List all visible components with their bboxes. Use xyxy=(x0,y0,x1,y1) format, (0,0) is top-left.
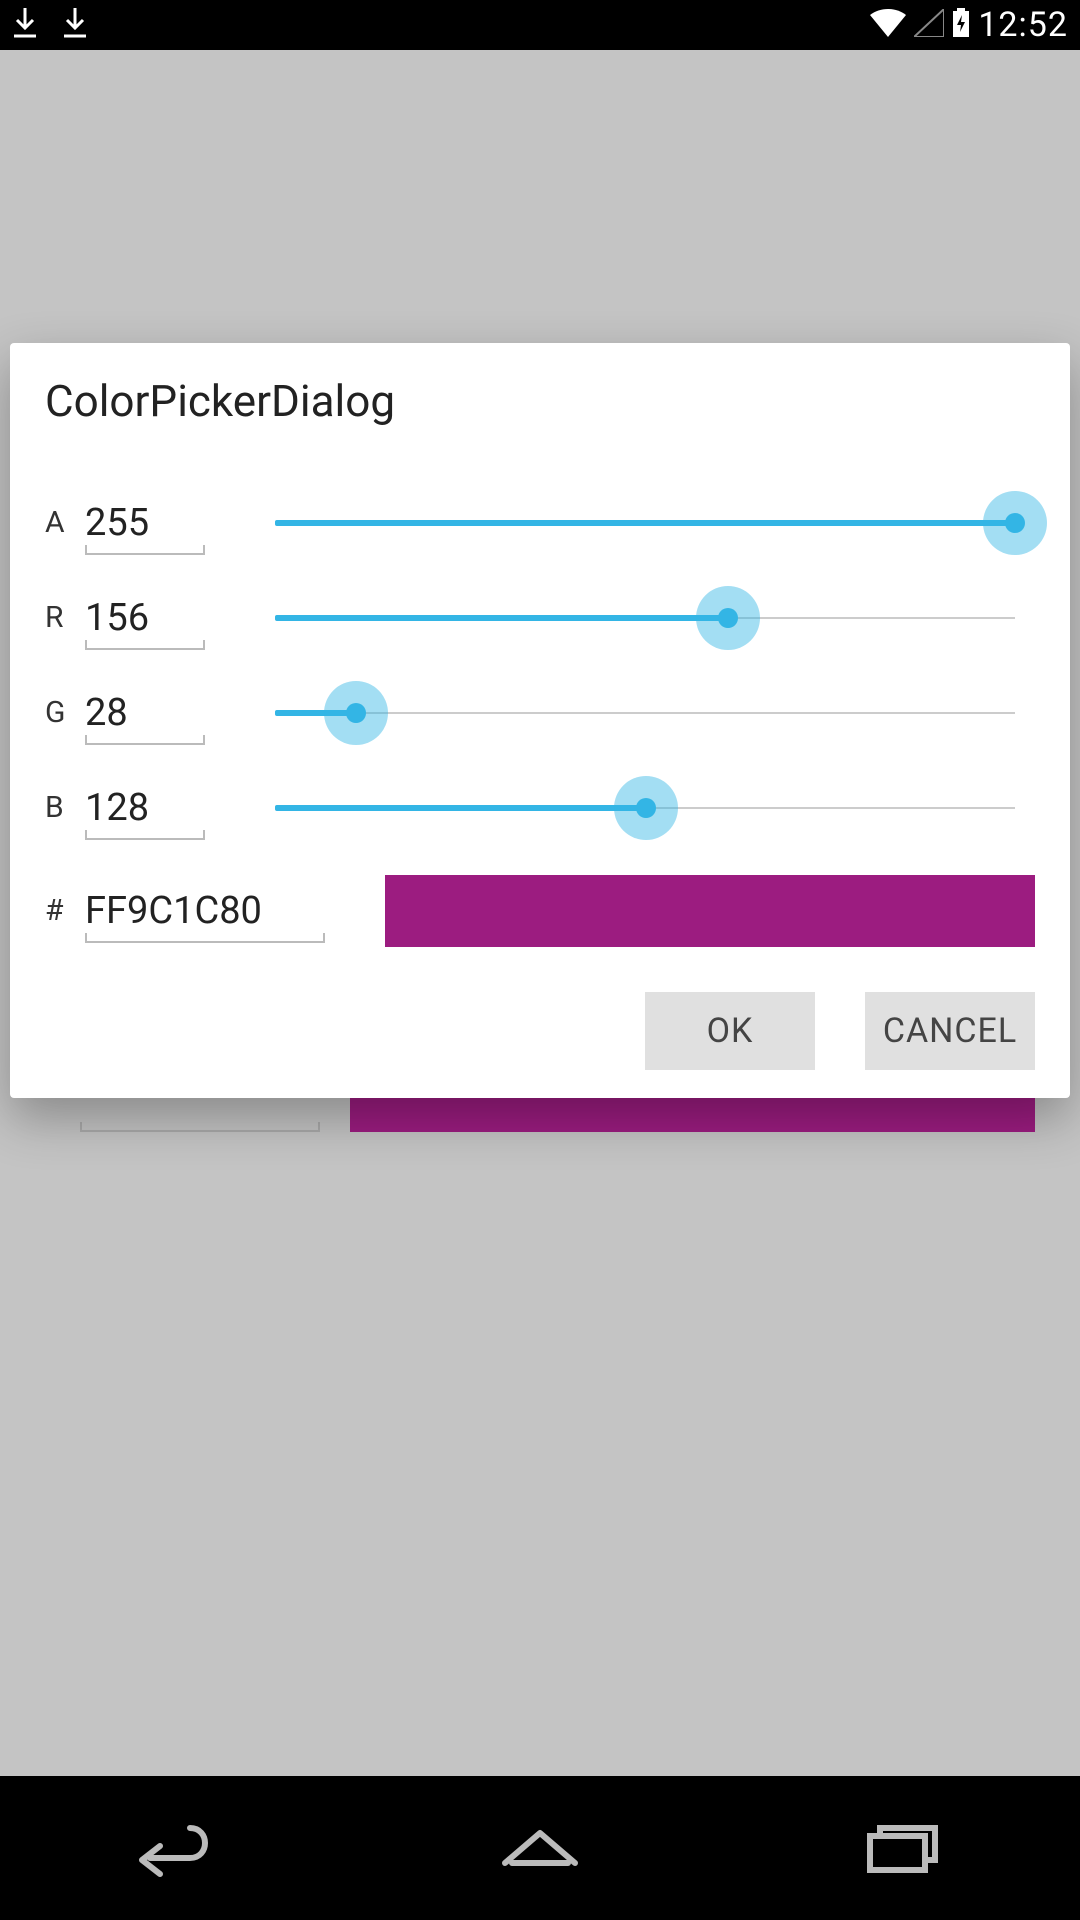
green-row: G xyxy=(45,665,1035,760)
green-input-wrap xyxy=(85,691,215,735)
red-slider[interactable] xyxy=(275,588,1035,648)
input-underline xyxy=(85,553,205,555)
navigation-bar xyxy=(0,1776,1080,1920)
status-left xyxy=(12,8,88,42)
status-clock: 12:52 xyxy=(978,5,1068,45)
blue-label: B xyxy=(45,790,85,825)
download-icon xyxy=(62,8,88,42)
blue-slider[interactable] xyxy=(275,778,1035,838)
slider-thumb-icon xyxy=(636,798,656,818)
wifi-icon xyxy=(870,9,906,41)
alpha-label: A xyxy=(45,505,85,540)
input-underline xyxy=(85,838,205,840)
battery-charging-icon xyxy=(952,8,970,42)
alpha-row: A xyxy=(45,475,1035,570)
status-bar: 12:52 xyxy=(0,0,1080,50)
red-label: R xyxy=(45,600,85,635)
red-input[interactable] xyxy=(85,596,205,640)
dialog-button-row: OK CANCEL xyxy=(45,992,1035,1070)
blue-input-wrap xyxy=(85,786,215,830)
red-input-wrap xyxy=(85,596,215,640)
alpha-input[interactable] xyxy=(85,501,205,545)
alpha-slider[interactable] xyxy=(275,493,1035,553)
blue-input[interactable] xyxy=(85,786,205,830)
back-button[interactable] xyxy=(130,1818,230,1878)
slider-thumb-icon xyxy=(718,608,738,628)
slider-thumb-icon xyxy=(346,703,366,723)
ok-button[interactable]: OK xyxy=(645,992,815,1070)
status-right: 12:52 xyxy=(870,5,1068,45)
alpha-input-wrap xyxy=(85,501,215,545)
dialog-title: ColorPickerDialog xyxy=(45,375,1035,427)
hex-row: # xyxy=(45,863,1035,958)
input-underline xyxy=(85,941,325,943)
color-swatch xyxy=(385,875,1035,947)
download-icon xyxy=(12,8,38,42)
slider-thumb-icon xyxy=(1005,513,1025,533)
green-label: G xyxy=(45,695,85,730)
cell-signal-icon xyxy=(914,9,944,41)
recents-button[interactable] xyxy=(850,1818,950,1878)
hex-input-wrap xyxy=(85,889,345,933)
blue-row: B xyxy=(45,760,1035,855)
cancel-button[interactable]: CANCEL xyxy=(865,992,1035,1070)
input-underline xyxy=(85,743,205,745)
color-picker-dialog: ColorPickerDialog A R G xyxy=(10,343,1070,1098)
background-input-underline xyxy=(80,1130,320,1132)
home-button[interactable] xyxy=(490,1818,590,1878)
green-input[interactable] xyxy=(85,691,205,735)
green-slider[interactable] xyxy=(275,683,1035,743)
slider-fill xyxy=(275,615,728,621)
hex-input[interactable] xyxy=(85,889,325,933)
slider-fill xyxy=(275,520,1015,526)
slider-fill xyxy=(275,805,646,811)
hex-label: # xyxy=(45,893,85,928)
red-row: R xyxy=(45,570,1035,665)
input-underline xyxy=(85,648,205,650)
